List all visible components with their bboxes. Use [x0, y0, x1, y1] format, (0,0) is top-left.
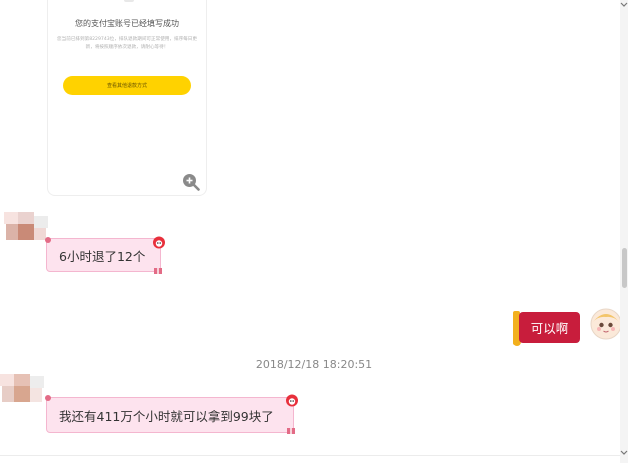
gift-icon: [287, 428, 295, 434]
message-bubble[interactable]: 6小时退了12个: [46, 238, 161, 272]
corner-sticker-icon: [45, 395, 51, 401]
zoom-in-icon[interactable]: [182, 173, 200, 191]
card-description: 您当前已排到第8229743位，排队退款期间可正常使用，排序每日更新，将按照顺序…: [57, 37, 197, 50]
message-timestamp: 2018/12/18 18:20:51: [255, 358, 373, 371]
message-text: 我还有411万个小时就可以拿到99块了: [59, 408, 274, 424]
sender-avatar[interactable]: [4, 212, 48, 244]
image-message-card[interactable]: 您的支付宝账号已经填写成功 您当前已排到第8229743位，排队退款期间可正常使…: [47, 0, 207, 196]
message-text: 可以啊: [530, 321, 569, 336]
other-refund-button[interactable]: 查看其他退款方式: [63, 76, 191, 95]
message-bubble[interactable]: 我还有411万个小时就可以拿到99块了: [46, 397, 294, 433]
card-title: 您的支付宝账号已经填写成功: [75, 19, 179, 28]
arrow-down-icon[interactable]: [620, 448, 628, 456]
user-avatar[interactable]: [590, 308, 622, 340]
sender-avatar[interactable]: [0, 374, 44, 406]
cartoon-sticker-icon: [153, 236, 165, 249]
divider: [0, 455, 620, 456]
corner-sticker-icon: [45, 237, 51, 243]
cartoon-sticker-icon: [286, 394, 298, 407]
scrollbar-thumb[interactable]: [622, 248, 627, 288]
message-text: 6小时退了12个: [59, 248, 146, 264]
message-bubble[interactable]: 可以啊: [519, 312, 580, 343]
scrollbar-track[interactable]: [620, 0, 628, 463]
arrow-up-icon[interactable]: [620, 0, 628, 8]
gift-icon: [154, 268, 162, 274]
card-top-tick: [124, 0, 134, 2]
